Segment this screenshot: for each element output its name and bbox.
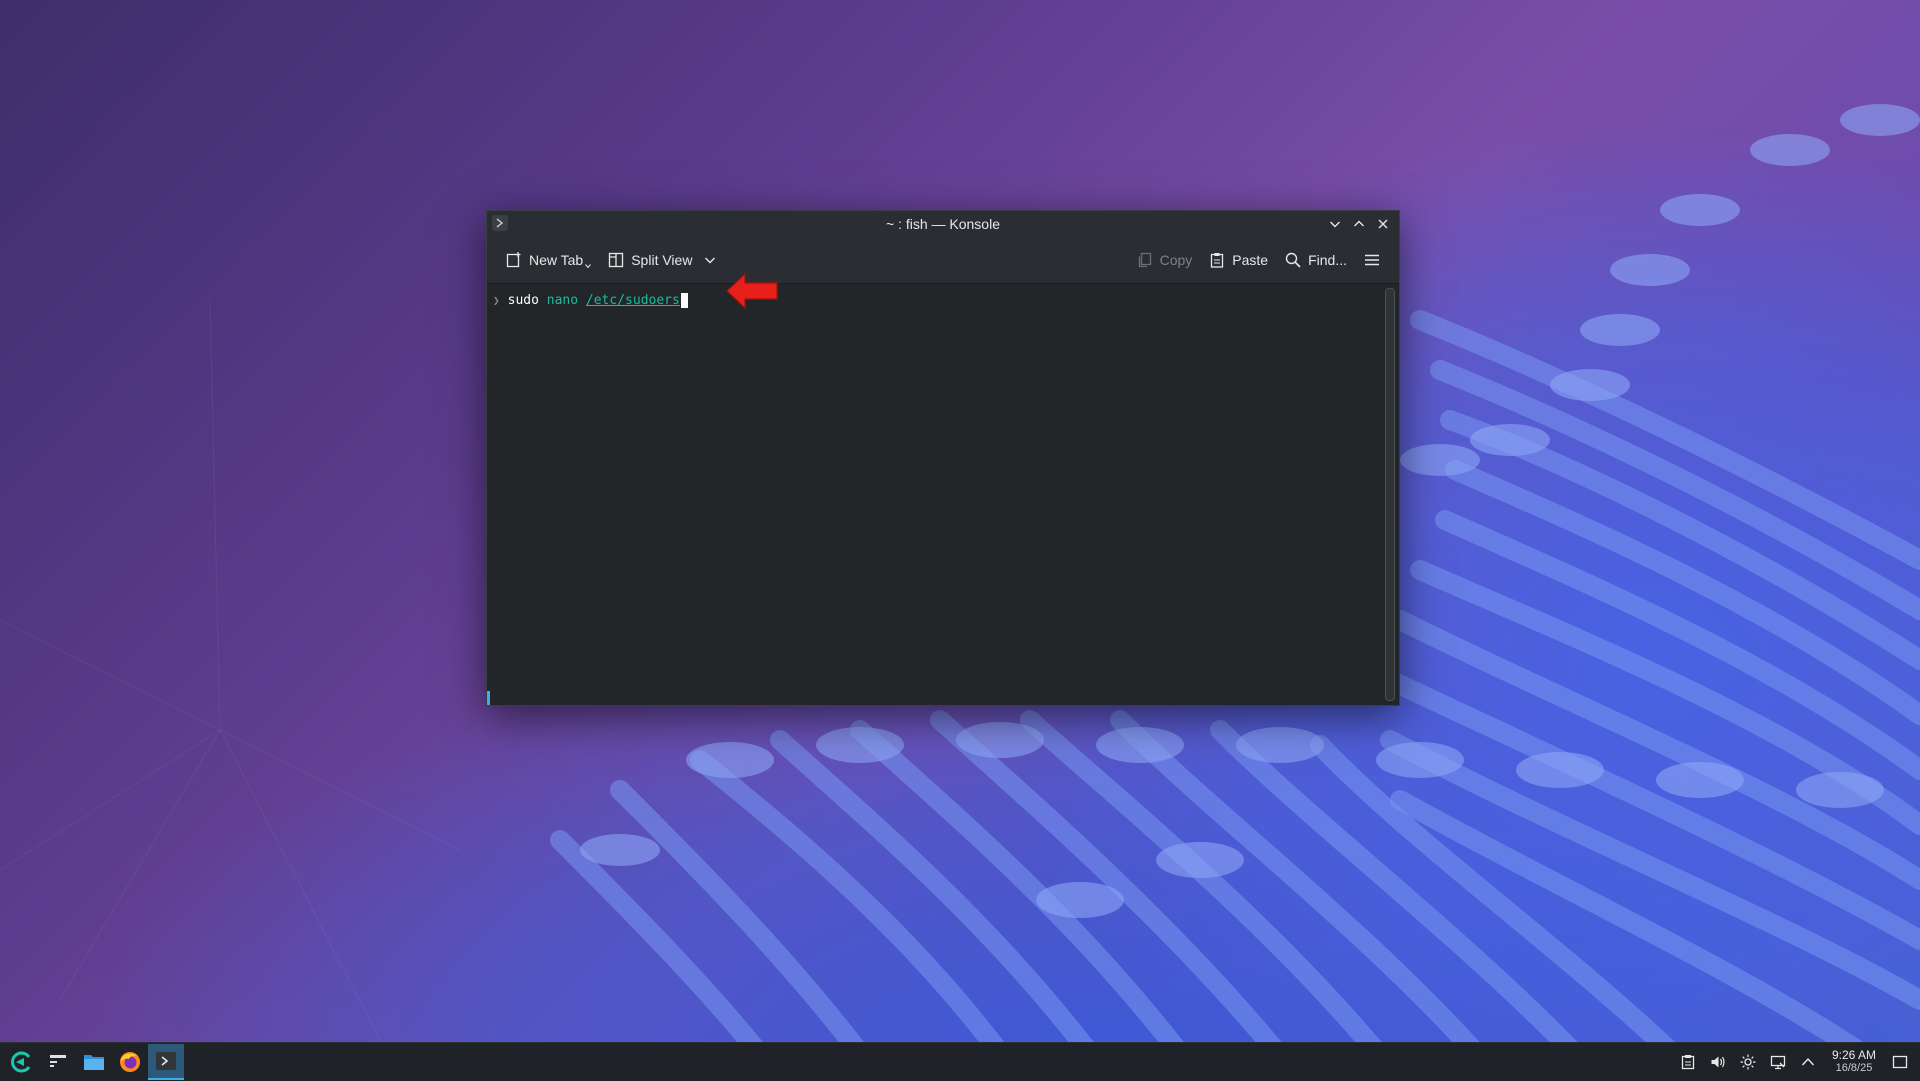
taskbar: 9:26 AM 16/8/25 [0, 1042, 1920, 1081]
find-button[interactable]: Find... [1276, 245, 1355, 275]
volume-icon [1711, 1056, 1725, 1068]
maximize-button[interactable] [1349, 214, 1369, 234]
chevron-up-icon [1801, 1057, 1814, 1066]
split-view-icon [609, 252, 624, 268]
overview-icon [50, 1055, 66, 1067]
prompt-symbol: ❯ [493, 294, 500, 307]
hamburger-menu-icon [1365, 254, 1379, 266]
clock[interactable]: 9:26 AM 16/8/25 [1826, 1049, 1882, 1075]
dropdown-indicator-icon [585, 264, 592, 269]
firefox-button[interactable] [112, 1044, 148, 1080]
search-icon [1285, 252, 1301, 268]
file-manager-button[interactable] [76, 1044, 112, 1080]
close-button[interactable] [1373, 214, 1393, 234]
split-view-button[interactable]: Split View [599, 245, 700, 275]
command-path[interactable]: /etc/sudoers [586, 293, 680, 308]
overview-button[interactable] [40, 1044, 76, 1080]
titlebar[interactable]: ~ : fish — Konsole [487, 211, 1399, 237]
show-desktop-button[interactable] [1888, 1050, 1912, 1074]
brightness-tray-button[interactable] [1736, 1050, 1760, 1074]
volume-tray-button[interactable] [1706, 1050, 1730, 1074]
clock-date: 16/8/25 [1835, 1062, 1873, 1074]
file-manager-icon [84, 1055, 104, 1070]
close-icon [1378, 219, 1388, 229]
clipboard-tray-button[interactable] [1676, 1050, 1700, 1074]
copy-button[interactable]: Copy [1128, 245, 1201, 275]
show-desktop-icon [1892, 1055, 1908, 1069]
brightness-icon [1740, 1054, 1756, 1070]
network-icon [1770, 1055, 1786, 1070]
chevron-down-icon [705, 257, 716, 264]
hamburger-menu-button[interactable] [1355, 245, 1389, 275]
scrollbar[interactable] [1385, 288, 1395, 701]
system-tray: 9:26 AM 16/8/25 [1676, 1049, 1920, 1075]
copy-label: Copy [1159, 252, 1193, 268]
command-word: sudo [507, 293, 539, 308]
new-tab-icon [506, 252, 521, 268]
command-argument: nano [546, 293, 579, 308]
toolbar: New Tab Split View Copy Paste Find... [487, 237, 1399, 284]
split-view-dropdown[interactable] [700, 248, 720, 272]
new-tab-button[interactable]: New Tab [497, 245, 599, 275]
konsole-icon [156, 1052, 176, 1070]
clipboard-icon [1681, 1055, 1695, 1070]
split-view-label: Split View [631, 252, 693, 268]
paste-label: Paste [1232, 252, 1269, 268]
firefox-icon [120, 1052, 140, 1072]
app-launcher-icon [11, 1051, 31, 1073]
minimize-button[interactable] [1325, 214, 1345, 234]
konsole-window: ~ : fish — Konsole New Tab Split View Co… [486, 210, 1400, 706]
command-line: ❯ sudo nano /etc/sudoers [493, 293, 688, 308]
chevron-down-icon [1330, 221, 1340, 228]
active-view-indicator [487, 691, 490, 705]
paste-button[interactable]: Paste [1200, 245, 1276, 275]
konsole-task-button[interactable] [148, 1044, 184, 1080]
paste-icon [1211, 253, 1224, 268]
window-title: ~ : fish — Konsole [885, 216, 1000, 232]
tray-expand-button[interactable] [1796, 1050, 1820, 1074]
chevron-up-icon [1354, 220, 1364, 227]
new-tab-label: New Tab [529, 252, 584, 268]
text-cursor [680, 293, 688, 308]
red-arrow-annotation [726, 272, 778, 310]
konsole-app-icon[interactable] [492, 215, 508, 231]
terminal-area[interactable]: ❯ sudo nano /etc/sudoers [487, 284, 1399, 705]
clock-time: 9:26 AM [1831, 1048, 1876, 1062]
window-controls [1325, 214, 1393, 234]
app-launcher-button[interactable] [4, 1044, 40, 1080]
network-tray-button[interactable] [1766, 1050, 1790, 1074]
find-label: Find... [1308, 252, 1347, 268]
copy-icon [1138, 252, 1151, 268]
